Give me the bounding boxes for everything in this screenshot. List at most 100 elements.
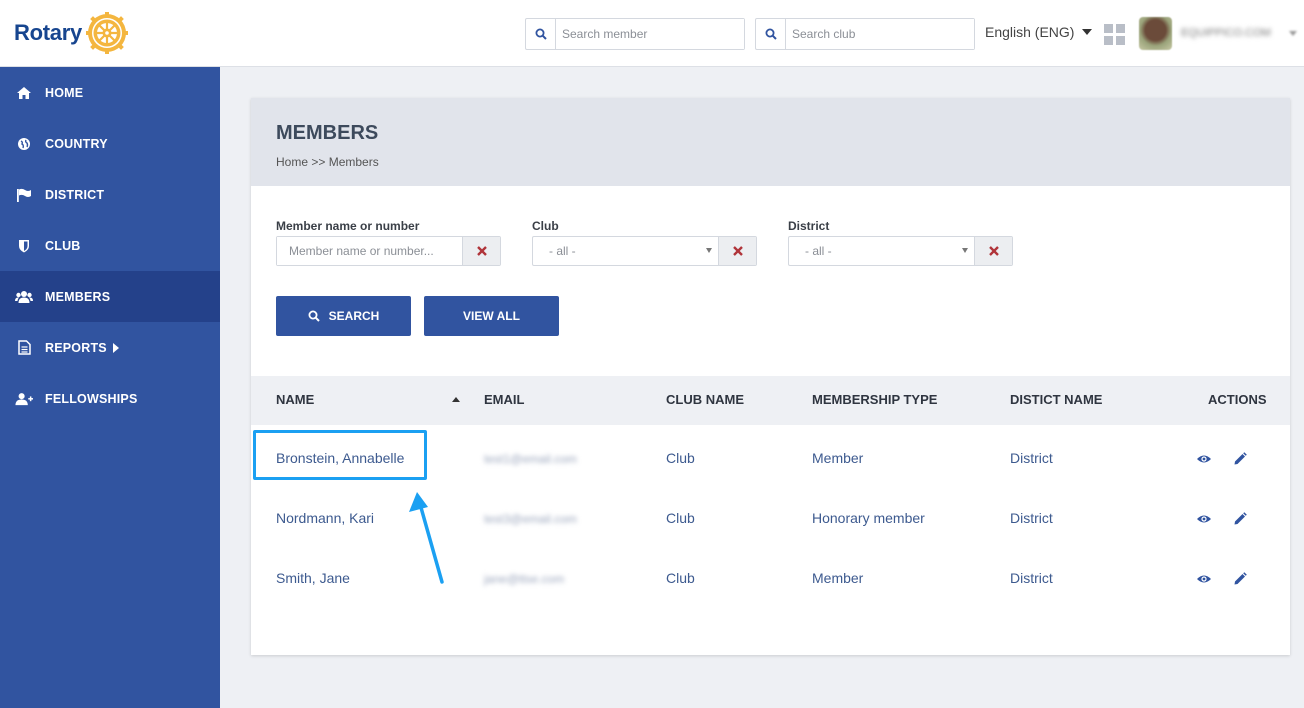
- breadcrumb[interactable]: Home >> Members: [276, 155, 1265, 169]
- member-name-input[interactable]: [277, 237, 462, 265]
- view-eye-icon[interactable]: [1196, 511, 1212, 527]
- brand-name: Rotary: [14, 20, 82, 45]
- club-select[interactable]: - all -: [533, 237, 718, 265]
- page-header: MEMBERS Home >> Members: [251, 98, 1290, 186]
- search-club-input[interactable]: [786, 19, 974, 49]
- membership-type: Member: [812, 570, 864, 586]
- column-header-membership-type[interactable]: MEMBERSHIP TYPE: [812, 392, 937, 407]
- top-bar: Rotary Search member Search club English…: [0, 0, 1304, 67]
- sidebar-item-home[interactable]: HOME: [0, 67, 220, 118]
- search-member-input[interactable]: [556, 19, 744, 49]
- edit-pencil-icon[interactable]: [1232, 451, 1248, 467]
- clear-club-button[interactable]: [718, 237, 756, 265]
- member-filter-label: Member name or number: [276, 219, 420, 233]
- flag-icon: [15, 187, 33, 203]
- member-email: test3@email.com: [484, 512, 577, 526]
- sidebar-item-country[interactable]: COUNTRY: [0, 118, 220, 169]
- district-name: District: [1010, 510, 1053, 526]
- search-icon[interactable]: [756, 19, 786, 49]
- edit-pencil-icon[interactable]: [1232, 571, 1248, 587]
- home-icon: [15, 85, 33, 101]
- close-icon: [988, 246, 999, 256]
- member-name-link[interactable]: Bronstein, Annabelle: [276, 450, 404, 466]
- sidebar-item-fellowships[interactable]: FELLOWSHIPS: [0, 373, 220, 424]
- close-icon: [476, 246, 487, 256]
- rotary-wheel-icon: [85, 12, 128, 54]
- sidebar-item-label: HOME: [45, 85, 84, 100]
- search-icon: [308, 310, 320, 322]
- sidebar-item-members[interactable]: MEMBERS: [0, 271, 220, 322]
- club-select-value: - all -: [549, 244, 576, 258]
- chevron-down-icon: [962, 248, 968, 253]
- clear-member-button[interactable]: [462, 237, 500, 265]
- membership-type: Honorary member: [812, 510, 925, 526]
- view-eye-icon[interactable]: [1196, 571, 1212, 587]
- column-header-name[interactable]: NAME: [276, 392, 314, 407]
- sidebar-item-label: MEMBERS: [45, 289, 111, 304]
- username[interactable]: EQUIPPICO.COM: [1181, 27, 1271, 39]
- district-filter-label: District: [788, 219, 830, 233]
- column-header-club-name[interactable]: CLUB NAME: [666, 392, 744, 407]
- district-filter: District - all -: [788, 219, 1013, 266]
- sidebar-item-district[interactable]: DISTRICT: [0, 169, 220, 220]
- view-all-button[interactable]: VIEW ALL: [424, 296, 559, 336]
- chevron-down-icon: [706, 248, 712, 253]
- shield-icon: [15, 238, 33, 254]
- language-label: English (ENG): [985, 24, 1075, 40]
- table-header: NAME EMAIL CLUB NAME MEMBERSHIP TYPE DIS…: [251, 376, 1290, 425]
- sidebar-item-reports[interactable]: REPORTS: [0, 322, 220, 373]
- search-member-box: [525, 18, 745, 50]
- member-email: test1@email.com: [484, 452, 577, 466]
- document-icon: [15, 340, 33, 356]
- column-header-district-name[interactable]: DISTICT NAME: [1010, 392, 1102, 407]
- clear-district-button[interactable]: [974, 237, 1012, 265]
- page-title: MEMBERS: [276, 122, 379, 144]
- apps-grid-icon[interactable]: [1104, 24, 1125, 45]
- club-name: Club: [666, 570, 695, 586]
- globe-icon: [15, 136, 33, 152]
- filters: Member name or number Club - all -: [276, 219, 1044, 266]
- chevron-right-icon: [112, 342, 119, 353]
- sidebar: HOME COUNTRY DISTRICT CLUB MEMBERS REPOR…: [0, 67, 220, 708]
- district-select-value: - all -: [805, 244, 832, 258]
- column-header-email[interactable]: EMAIL: [484, 392, 524, 407]
- chevron-down-icon: [1082, 29, 1093, 35]
- member-email: jane@ttse.com: [484, 572, 565, 586]
- sidebar-item-label: COUNTRY: [45, 136, 108, 151]
- table-row: Nordmann, Kari test3@email.com Club Hono…: [251, 493, 1290, 553]
- language-selector[interactable]: English (ENG): [985, 24, 1093, 40]
- members-panel: MEMBERS Home >> Members Member name or n…: [251, 98, 1290, 655]
- sidebar-item-club[interactable]: CLUB: [0, 220, 220, 271]
- member-name-link[interactable]: Nordmann, Kari: [276, 510, 374, 526]
- member-name-link[interactable]: Smith, Jane: [276, 570, 350, 586]
- close-icon: [732, 246, 743, 256]
- district-name: District: [1010, 570, 1053, 586]
- sidebar-item-label: CLUB: [45, 238, 81, 253]
- sort-ascending-icon[interactable]: [452, 397, 460, 402]
- column-header-actions: ACTIONS: [1208, 392, 1267, 407]
- table-row: Bronstein, Annabelle test1@email.com Clu…: [251, 433, 1290, 493]
- view-eye-icon[interactable]: [1196, 451, 1212, 467]
- search-button-label: SEARCH: [328, 309, 380, 323]
- membership-type: Member: [812, 450, 864, 466]
- table-row: Smith, Jane jane@ttse.com Club Member Di…: [251, 553, 1290, 613]
- club-name: Club: [666, 510, 695, 526]
- sidebar-item-label: FELLOWSHIPS: [45, 391, 138, 406]
- club-filter-label: Club: [532, 219, 559, 233]
- member-filter: Member name or number: [276, 219, 501, 266]
- users-icon: [15, 289, 33, 305]
- user-plus-icon: [15, 391, 33, 407]
- view-all-button-label: VIEW ALL: [463, 309, 520, 323]
- search-icon[interactable]: [526, 19, 556, 49]
- district-select[interactable]: - all -: [789, 237, 974, 265]
- club-filter: Club - all -: [532, 219, 757, 266]
- search-button[interactable]: SEARCH: [276, 296, 411, 336]
- district-name: District: [1010, 450, 1053, 466]
- sidebar-item-label: DISTRICT: [45, 187, 105, 202]
- club-name: Club: [666, 450, 695, 466]
- sidebar-item-label: REPORTS: [45, 340, 107, 355]
- chevron-down-icon[interactable]: [1289, 31, 1297, 36]
- rotary-logo[interactable]: Rotary: [14, 12, 128, 54]
- avatar[interactable]: [1139, 17, 1172, 50]
- edit-pencil-icon[interactable]: [1232, 511, 1248, 527]
